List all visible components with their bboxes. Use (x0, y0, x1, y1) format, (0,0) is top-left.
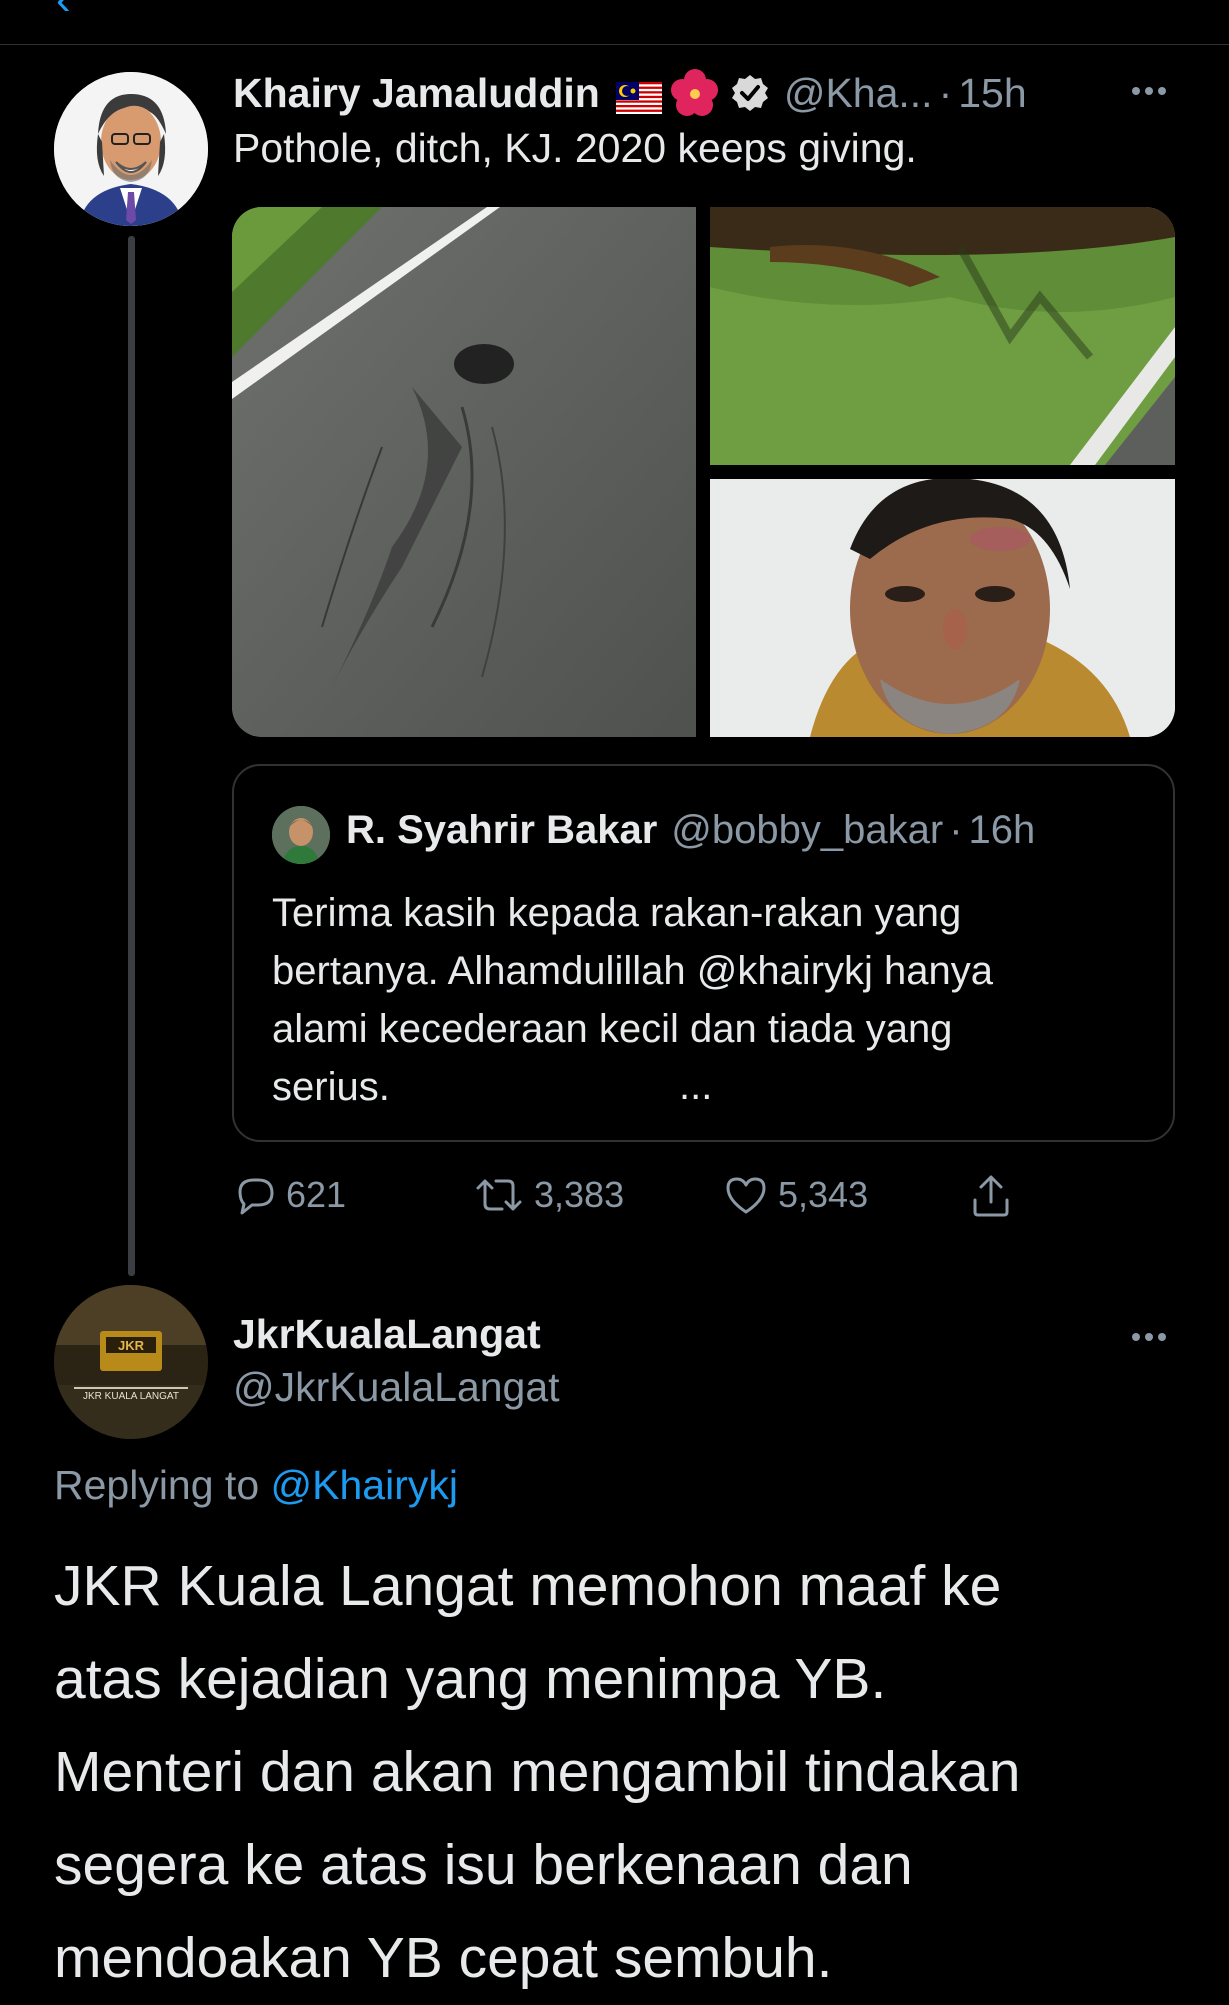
reply-text-line: Menteri dan akan mengambil tindakan (54, 1740, 1021, 1804)
separator-dot: · (938, 69, 953, 116)
reply-author-name[interactable]: JkrKualaLangat (233, 1311, 541, 1358)
quoted-author-avatar[interactable] (272, 806, 330, 864)
author-name[interactable]: Khairy Jamaluddin (233, 70, 600, 117)
reply-text-line: JKR Kuala Langat memohon maaf ke (54, 1554, 1002, 1618)
reply-button[interactable]: 621 (232, 1172, 346, 1218)
like-button[interactable]: 5,343 (722, 1172, 868, 1218)
reply-tweet-text: JKR Kuala Langat memohon maaf ke atas ke… (54, 1540, 1214, 2005)
quoted-author-name[interactable]: R. Syahrir Bakar (346, 808, 657, 852)
replying-prefix: Replying to (54, 1462, 260, 1508)
quoted-tweet-card[interactable]: R. Syahrir Bakar @bobby_bakar · 16h Terima … (232, 764, 1175, 1142)
tweet-timestamp[interactable]: 15h (958, 70, 1026, 117)
injured-face-photo[interactable] (710, 477, 1175, 737)
share-icon (973, 1175, 1009, 1217)
back-arrow-icon[interactable]: ‹ (56, 0, 71, 22)
jkr-logo-avatar: JKR JKR KUALA LANGAT (54, 1285, 208, 1439)
separator-dot: · (949, 808, 963, 852)
top-bar: ‹ (0, 0, 1229, 45)
author-handle[interactable]: @Kha... (784, 70, 933, 117)
logo-caption: JKR KUALA LANGAT (83, 1391, 179, 1402)
retweet-count: 3,383 (534, 1174, 625, 1215)
replying-to-label: Replying to @Khairykj (54, 1462, 458, 1509)
tweet-text: Pothole, ditch, KJ. 2020 keeps giving. (233, 125, 917, 171)
logo-text: JKR (118, 1338, 145, 1353)
retweet-icon (476, 1179, 522, 1211)
like-count: 5,343 (778, 1174, 869, 1215)
reply-author-handle[interactable]: @JkrKualaLangat (233, 1364, 560, 1411)
more-options-icon[interactable] (1124, 66, 1174, 116)
avatar[interactable] (54, 72, 208, 226)
reply-text-line: segera ke atas isu berkenaan dan (54, 1833, 913, 1897)
reply-text-line: mendoakan YB cepat sembuh. (54, 1926, 833, 1990)
reply-text-line: atas kejadian yang menimpa YB. (54, 1647, 887, 1711)
share-button[interactable] (967, 1172, 1023, 1220)
grass-ditch-photo[interactable] (710, 207, 1175, 465)
replying-to-mention[interactable]: @Khairykj (271, 1462, 458, 1508)
pothole-road-photo[interactable] (232, 207, 696, 737)
quoted-text-line: alami kecederaan kecil dan tiada yang (272, 1007, 953, 1051)
verified-badge-icon (730, 73, 770, 113)
quoted-text-line: Terima kasih kepada rakan-rakan yang (272, 891, 962, 935)
heart-icon (726, 1177, 766, 1214)
malaysia-flag-icon (615, 77, 662, 114)
thread-connector-line (128, 236, 135, 1276)
media-grid (232, 207, 1175, 737)
truncation-ellipsis: ... (679, 1064, 713, 1108)
reply-count: 621 (286, 1174, 347, 1215)
more-options-icon[interactable] (1124, 1312, 1174, 1362)
hibiscus-flower-icon (670, 68, 720, 118)
cartoon-avatar-image (54, 72, 208, 226)
retweet-button[interactable]: 3,383 (472, 1172, 624, 1218)
avatar[interactable]: JKR JKR KUALA LANGAT (54, 1285, 208, 1439)
reply-icon (238, 1178, 274, 1215)
quoted-tweet-header: R. Syahrir Bakar @bobby_bakar · 16h (346, 808, 1035, 853)
quoted-text-line: bertanya. Alhamdulillah @khairykj hanya (272, 949, 993, 993)
tweet-header: Khairy Jamaluddin @Kha... · 15h (233, 68, 1027, 118)
quoted-timestamp[interactable]: 16h (969, 808, 1036, 852)
quoted-author-handle[interactable]: @bobby_bakar (671, 808, 943, 852)
